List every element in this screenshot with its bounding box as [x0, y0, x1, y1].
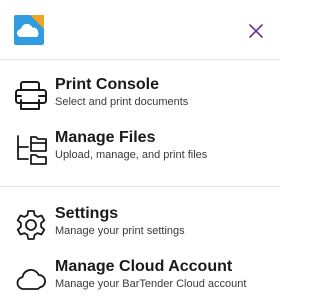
menu-item-print-console[interactable]: Print Console Select and print documents: [0, 69, 280, 122]
printer-icon: [14, 79, 48, 113]
menu-item-title: Manage Files: [55, 129, 156, 146]
cloud-icon: [14, 261, 48, 295]
menu-header: [0, 0, 280, 60]
menu-item-manage-files[interactable]: Manage Files Upload, manage, and print f…: [0, 122, 280, 175]
primary-menu-section: Print Console Select and print documents…: [0, 60, 280, 187]
bartender-cloud-logo-icon: [14, 15, 44, 45]
close-icon: [249, 24, 263, 38]
menu-item-description: Manage your BarTender Cloud account: [55, 278, 247, 290]
menu-item-text: Manage Files Upload, manage, and print f…: [55, 128, 272, 163]
menu-item-description: Manage your print settings: [55, 225, 185, 237]
navigation-menu-panel: Print Console Select and print documents…: [0, 0, 280, 298]
menu-item-text: Print Console Select and print documents: [55, 75, 272, 110]
menu-item-title: Settings: [55, 205, 119, 222]
menu-item-title: Manage Cloud Account: [55, 258, 233, 275]
menu-item-text: Manage Cloud Account Manage your BarTend…: [55, 257, 272, 292]
menu-item-title: Print Console: [55, 76, 160, 93]
secondary-menu-section: Settings Manage your print settings Mana…: [0, 187, 280, 298]
menu-item-description: Upload, manage, and print files: [55, 149, 208, 161]
menu-item-description: Select and print documents: [55, 96, 189, 108]
folder-tree-icon: [14, 132, 48, 166]
menu-item-manage-cloud-account[interactable]: Manage Cloud Account Manage your BarTend…: [0, 251, 280, 298]
menu-item-text: Settings Manage your print settings: [55, 204, 272, 239]
menu-item-settings[interactable]: Settings Manage your print settings: [0, 198, 280, 251]
gear-icon: [14, 208, 48, 242]
close-button[interactable]: [245, 20, 267, 42]
